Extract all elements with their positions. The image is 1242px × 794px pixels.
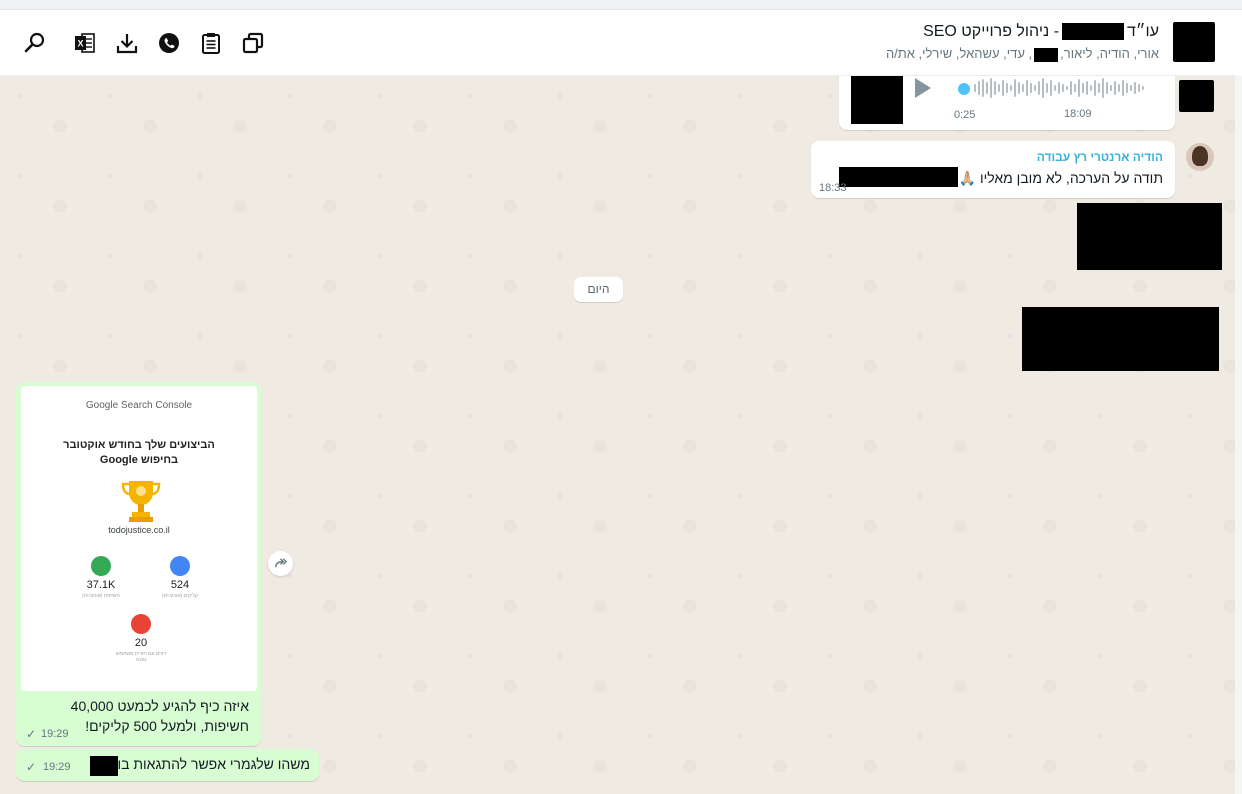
redacted-block xyxy=(1034,47,1059,62)
group-title[interactable]: עו״ד - ניהול פרוייקט SEO xyxy=(923,23,1159,41)
chat-scrollbar[interactable] xyxy=(1235,76,1242,794)
redacted-block xyxy=(90,756,118,776)
trophy-icon xyxy=(121,481,161,522)
svg-text:X: X xyxy=(77,39,83,49)
metric-value: 37.1K xyxy=(86,579,116,591)
eye-icon xyxy=(91,556,111,576)
waveform[interactable] xyxy=(973,76,1149,100)
search-console-image[interactable]: Google Search Console הביצועים שלך בחודש… xyxy=(21,386,257,691)
cursor-icon xyxy=(170,556,190,576)
redacted-block xyxy=(1077,203,1222,270)
excel-icon[interactable]: X xyxy=(72,30,98,56)
group-members[interactable]: אורי, הודיה, ליאור, , עדי, עשהאל, שירלי, … xyxy=(886,46,1159,62)
chat-panel[interactable]: 0:25 18:09 הודיה ארנטרי רץ עבודה תודה על… xyxy=(0,76,1235,794)
sender-avatar[interactable] xyxy=(1186,143,1214,171)
page-icon xyxy=(131,614,151,634)
window-top-strip xyxy=(0,0,1242,10)
impressions-metric: 37.1K חשיפות (אורגניות) xyxy=(71,556,131,599)
group-title-suffix: - ניהול פרוייקט SEO xyxy=(923,23,1060,40)
incoming-message[interactable]: הודיה ארנטרי רץ עבודה תודה על הערכה, לא … xyxy=(811,141,1175,198)
sent-check-icon: ✓ xyxy=(26,727,37,741)
message-text: משהו שלגמרי אפשר להתגאות בו xyxy=(117,756,310,772)
group-avatar[interactable] xyxy=(1173,22,1215,62)
date-divider: היום xyxy=(574,277,623,302)
playback-slider[interactable] xyxy=(958,83,970,95)
whatsapp-icon[interactable] xyxy=(156,30,182,56)
download-icon[interactable] xyxy=(114,30,140,56)
redacted-block xyxy=(1062,23,1125,41)
sent-check-icon: ✓ xyxy=(26,760,37,774)
gsc-title-line-2: בחיפוש Google xyxy=(99,454,179,466)
search-icon[interactable] xyxy=(22,30,48,56)
redacted-block xyxy=(851,76,903,124)
message-time: 19:29 xyxy=(43,761,71,773)
header-actions: X xyxy=(22,30,282,56)
outgoing-image-message[interactable]: Google Search Console הביצועים שלך בחודש… xyxy=(16,382,261,746)
caption-line-1: איזה כיף להגיע לכמעט 40,000 xyxy=(70,698,249,714)
gsc-logo: Google Search Console xyxy=(85,400,193,411)
redacted-block xyxy=(1022,307,1219,371)
pages-metric: 20 דפים עם חוויית משתמש טובה xyxy=(111,614,171,663)
chat-header[interactable]: עו״ד - ניהול פרוייקט SEO אורי, הודיה, ליא… xyxy=(0,10,1235,76)
message-time: 19:29 xyxy=(41,728,69,740)
metric-label: חשיפות (אורגניות) xyxy=(82,593,120,599)
gsc-title-line-1: הביצועים שלך בחודש אוקטובר xyxy=(63,439,215,451)
gsc-title: הביצועים שלך בחודש אוקטובר בחיפוש Google xyxy=(21,438,257,468)
site-domain: todojustice.co.il xyxy=(108,525,170,535)
forward-icon[interactable] xyxy=(268,551,293,576)
copy-icon[interactable] xyxy=(240,30,266,56)
metric-value: 20 xyxy=(134,637,148,649)
sender-name[interactable]: הודיה ארנטרי רץ עבודה xyxy=(1037,150,1163,164)
outgoing-message[interactable]: משהו שלגמרי אפשר להתגאות בו ✓ 19:29 xyxy=(16,749,319,781)
redacted-block xyxy=(1179,80,1214,112)
message-time: 18:09 xyxy=(1064,108,1092,120)
metric-label: קליקים (אורגניים) xyxy=(162,593,198,599)
clicks-metric: 524 קליקים (אורגניים) xyxy=(150,556,210,599)
members-suffix: , עדי, עשהאל, שירלי, את/ה xyxy=(885,46,1033,61)
metric-label: דפים עם חוויית משתמש טובה xyxy=(115,651,167,663)
group-title-prefix: עו״ד xyxy=(1127,23,1159,40)
members-prefix: אורי, הודיה, ליאור, xyxy=(1060,46,1159,61)
metric-value: 524 xyxy=(170,579,190,591)
voice-message[interactable]: 0:25 18:09 xyxy=(839,76,1175,130)
message-text: תודה על הערכה, לא מובן מאליו 🙏🏼 xyxy=(958,170,1163,186)
redacted-block xyxy=(839,167,958,187)
voice-duration: 0:25 xyxy=(954,109,976,121)
clipboard-icon[interactable] xyxy=(198,30,224,56)
message-time: 18:33 xyxy=(819,182,847,194)
play-icon[interactable] xyxy=(915,78,931,98)
